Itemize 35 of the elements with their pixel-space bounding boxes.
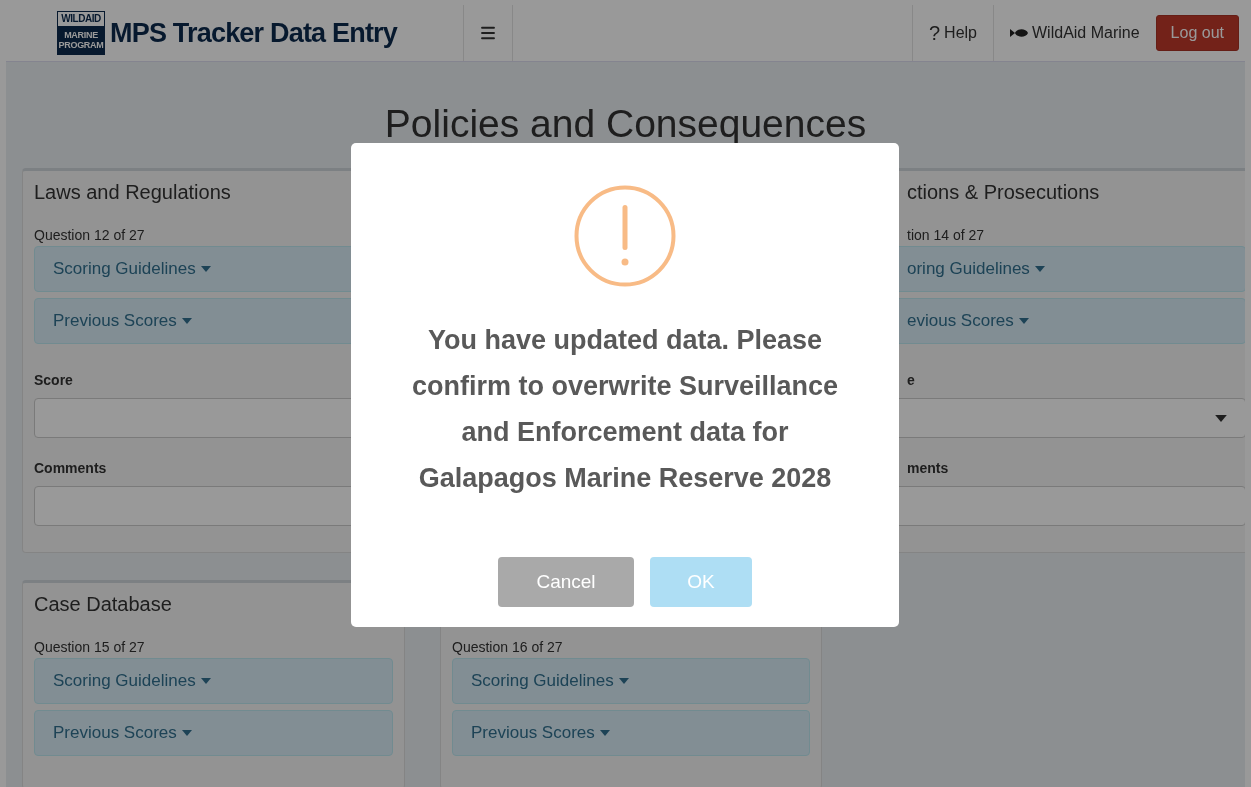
card-title: ctions & Prosecutions <box>906 181 1101 205</box>
caret-icon <box>1018 318 1029 324</box>
card-title: Laws and Regulations <box>34 181 232 205</box>
previous-scores-toggle[interactable]: Previous Scores <box>34 710 393 756</box>
caret-icon <box>181 730 192 736</box>
dialog-message: You have updated data. Please confirm to overwrite Surveillance and Enforcement data for Galapagos Marine Reserve 2028 <box>410 324 840 495</box>
score-label: e <box>906 372 916 388</box>
logo: WILDAID MARINE PROGRAM <box>57 11 105 55</box>
caret-icon <box>1034 266 1045 272</box>
menu-icon[interactable] <box>479 24 497 42</box>
question-number: Question 15 of 27 <box>34 639 146 655</box>
logout-button[interactable]: Log out <box>1155 15 1239 51</box>
page-title: Policies and Consequences <box>383 102 868 146</box>
scoring-guidelines-toggle[interactable]: Scoring Guidelines <box>34 658 393 704</box>
card-title: Case Database <box>34 593 173 617</box>
cancel-button[interactable]: Cancel <box>498 557 634 607</box>
help-link[interactable]: ? Help <box>912 5 993 61</box>
caret-icon <box>599 730 610 736</box>
fish-icon <box>1010 28 1028 38</box>
user-link[interactable]: WildAid Marine <box>993 5 1156 61</box>
app-title: MPS Tracker Data Entry <box>110 17 398 49</box>
comments-label: Comments <box>34 460 108 476</box>
caret-icon <box>618 678 629 684</box>
scoring-guidelines-toggle[interactable]: Scoring Guidelines <box>452 658 810 704</box>
previous-scores-toggle[interactable]: Previous Scores <box>452 710 810 756</box>
comments-label: ments <box>906 460 950 476</box>
caret-icon <box>1215 414 1227 422</box>
score-label: Score <box>34 372 74 388</box>
warning-icon <box>574 185 676 287</box>
caret-icon <box>200 678 211 684</box>
question-number: tion 14 of 27 <box>906 227 986 243</box>
caret-icon <box>200 266 211 272</box>
caret-icon <box>181 318 192 324</box>
question-number: Question 12 of 27 <box>34 227 146 243</box>
question-number: Question 16 of 27 <box>452 639 564 655</box>
